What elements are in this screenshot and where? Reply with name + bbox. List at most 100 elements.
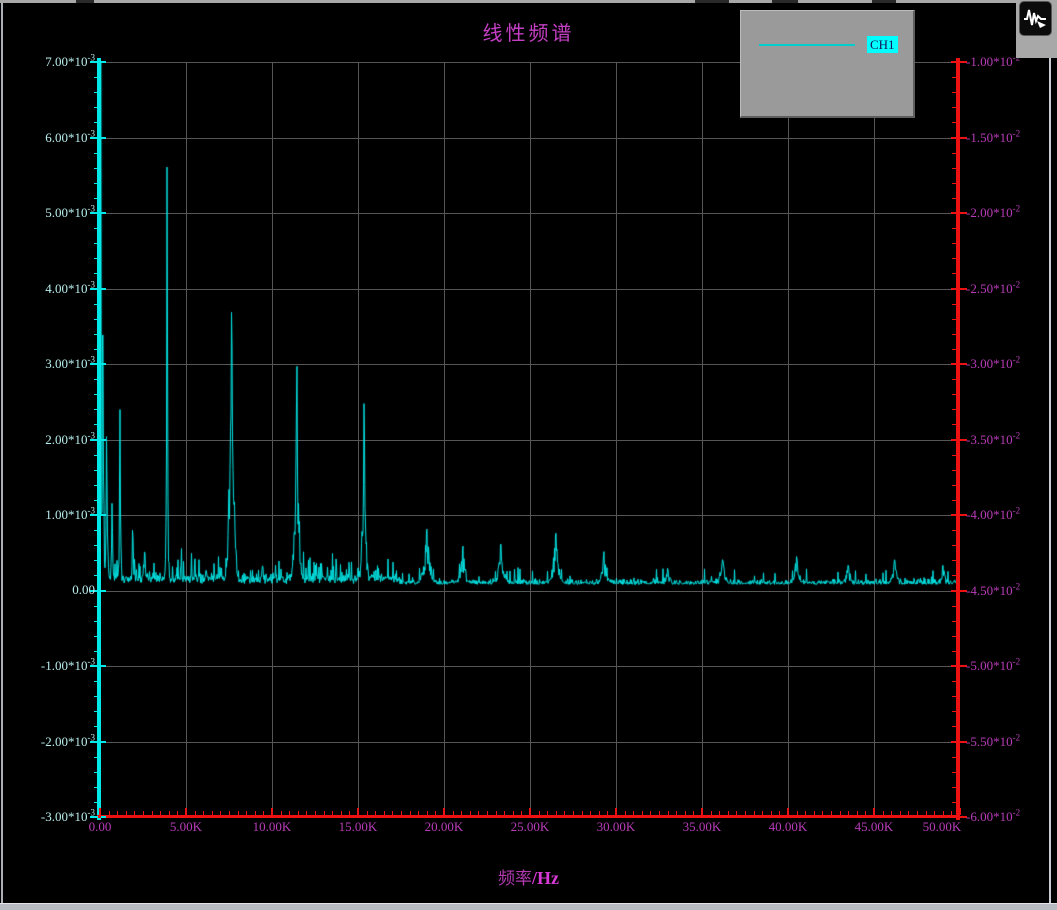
left-axis-minor-tick bbox=[94, 560, 98, 561]
x-axis-minor-tick bbox=[797, 811, 798, 815]
x-axis-minor-tick bbox=[289, 811, 290, 815]
right-axis-minor-tick bbox=[952, 757, 957, 758]
right-axis-tick-label: -5.50*10-2 bbox=[966, 732, 1020, 749]
left-axis-minor-tick bbox=[94, 545, 98, 546]
left-axis-minor-tick bbox=[94, 424, 98, 425]
right-axis-major-tick bbox=[951, 741, 957, 743]
left-axis-minor-tick bbox=[94, 304, 98, 305]
x-axis-tick-label: 10.00K bbox=[253, 819, 292, 835]
x-axis-minor-tick bbox=[461, 811, 462, 815]
left-axis-minor-tick bbox=[94, 470, 98, 471]
x-axis-minor-tick bbox=[453, 811, 454, 815]
left-axis-minor-tick bbox=[94, 757, 98, 758]
right-axis-minor-tick bbox=[952, 92, 957, 93]
left-axis-minor-tick bbox=[94, 575, 98, 576]
x-axis-minor-tick bbox=[375, 811, 376, 815]
x-axis-minor-tick bbox=[728, 811, 729, 815]
x-axis-minor-tick bbox=[212, 811, 213, 815]
right-axis-major-tick bbox=[951, 212, 957, 214]
x-axis-minor-tick bbox=[556, 811, 557, 815]
right-axis-tick-label: -6.00*10-2 bbox=[966, 807, 1020, 824]
right-axis-major-tick bbox=[951, 665, 957, 667]
left-axis-tick-label: 4.00*10-3 bbox=[45, 279, 95, 296]
right-axis-minor-tick bbox=[952, 153, 957, 154]
x-axis-major-tick bbox=[873, 808, 875, 815]
x-axis-minor-tick bbox=[255, 811, 256, 815]
x-axis-minor-tick bbox=[848, 811, 849, 815]
left-axis-major-tick bbox=[101, 288, 106, 290]
right-axis-minor-tick bbox=[952, 636, 957, 637]
right-axis-minor-tick bbox=[952, 334, 957, 335]
x-axis-minor-tick bbox=[771, 811, 772, 815]
right-axis-tick-label: -1.50*10-2 bbox=[966, 128, 1020, 145]
x-axis bbox=[97, 815, 960, 818]
x-axis-major-tick bbox=[529, 808, 531, 815]
x-axis-minor-tick bbox=[109, 811, 110, 815]
x-axis-minor-tick bbox=[315, 811, 316, 815]
x-axis-minor-tick bbox=[134, 811, 135, 815]
right-axis-minor-tick bbox=[952, 77, 957, 78]
right-axis-minor-tick bbox=[952, 470, 957, 471]
left-axis-minor-tick bbox=[94, 122, 98, 123]
x-axis-minor-tick bbox=[392, 811, 393, 815]
window-edge-artifact bbox=[76, 0, 94, 3]
left-axis-major-tick bbox=[101, 590, 106, 592]
waveform-app-icon[interactable] bbox=[1019, 1, 1052, 36]
left-axis-tick-label: 1.00*10-3 bbox=[45, 505, 95, 522]
right-axis-major-tick bbox=[951, 816, 957, 818]
left-axis-major-tick bbox=[101, 741, 106, 743]
x-axis-minor-tick bbox=[711, 811, 712, 815]
x-axis-minor-tick bbox=[470, 811, 471, 815]
right-axis-minor-tick bbox=[952, 349, 957, 350]
right-axis-minor-tick bbox=[952, 530, 957, 531]
left-axis-minor-tick bbox=[94, 394, 98, 395]
right-axis-minor-tick bbox=[952, 198, 957, 199]
left-axis-minor-tick bbox=[94, 168, 98, 169]
left-axis-minor-tick bbox=[94, 92, 98, 93]
x-axis-major-tick bbox=[615, 808, 617, 815]
x-axis-tick-label: 30.00K bbox=[597, 819, 636, 835]
x-axis-minor-tick bbox=[521, 811, 522, 815]
right-axis-tick-label: -4.50*10-2 bbox=[966, 581, 1020, 598]
right-axis-minor-tick bbox=[952, 304, 957, 305]
left-axis-tick-label: -1.00*10-3 bbox=[41, 656, 95, 673]
window-edge-artifact bbox=[695, 0, 729, 3]
left-axis-minor-tick bbox=[94, 651, 98, 652]
x-axis-minor-tick bbox=[745, 811, 746, 815]
x-axis-tick-label: 15.00K bbox=[339, 819, 378, 835]
x-axis-minor-tick bbox=[126, 811, 127, 815]
left-axis-minor-tick bbox=[94, 787, 98, 788]
window-edge-artifact bbox=[872, 0, 896, 3]
x-axis-major-tick bbox=[99, 808, 101, 815]
right-axis-tick-label: -3.50*10-2 bbox=[966, 430, 1020, 447]
x-axis-minor-tick bbox=[504, 811, 505, 815]
x-axis-minor-tick bbox=[418, 811, 419, 815]
right-axis-tick-label: -4.00*10-2 bbox=[966, 505, 1020, 522]
x-axis-minor-tick bbox=[926, 811, 927, 815]
x-axis-title-unit: /Hz bbox=[532, 868, 559, 888]
right-axis-minor-tick bbox=[952, 379, 957, 380]
x-axis-tick-label: 5.00K bbox=[170, 819, 202, 835]
right-axis-major-tick bbox=[951, 363, 957, 365]
right-axis-major-tick bbox=[951, 514, 957, 516]
left-axis-minor-tick bbox=[94, 455, 98, 456]
left-axis-minor-tick bbox=[94, 681, 98, 682]
left-axis-major-tick bbox=[101, 363, 106, 365]
right-axis-minor-tick bbox=[952, 545, 957, 546]
left-axis-minor-tick bbox=[94, 726, 98, 727]
left-axis-minor-tick bbox=[94, 409, 98, 410]
x-axis-minor-tick bbox=[177, 811, 178, 815]
x-axis-minor-tick bbox=[573, 811, 574, 815]
x-axis-tick-label: 35.00K bbox=[683, 819, 722, 835]
x-axis-minor-tick bbox=[547, 811, 548, 815]
x-axis-minor-tick bbox=[152, 811, 153, 815]
left-axis-minor-tick bbox=[94, 273, 98, 274]
right-axis-minor-tick bbox=[952, 122, 957, 123]
x-axis-minor-tick bbox=[332, 811, 333, 815]
x-axis-minor-tick bbox=[496, 811, 497, 815]
x-axis-minor-tick bbox=[160, 811, 161, 815]
right-axis-minor-tick bbox=[952, 621, 957, 622]
right-axis-minor-tick bbox=[952, 787, 957, 788]
x-axis-minor-tick bbox=[195, 811, 196, 815]
x-axis-minor-tick bbox=[590, 811, 591, 815]
